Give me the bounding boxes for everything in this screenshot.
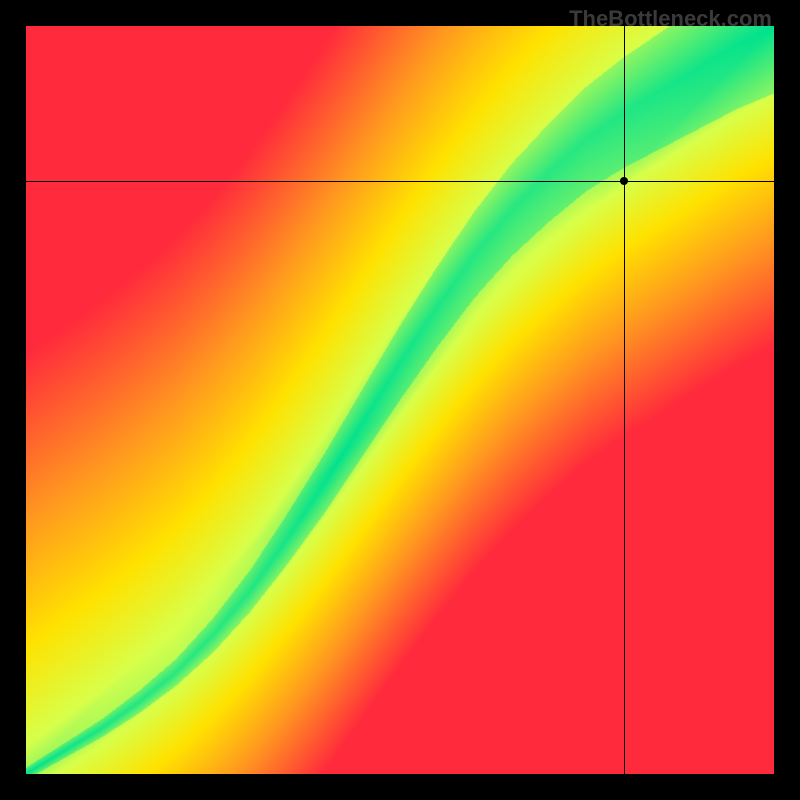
heatmap-plot: [26, 26, 774, 774]
crosshair-vertical: [624, 26, 625, 774]
heatmap-canvas: [26, 26, 774, 774]
marker-dot: [620, 177, 628, 185]
crosshair-horizontal: [26, 181, 774, 182]
chart-container: TheBottleneck.com: [0, 0, 800, 800]
watermark-label: TheBottleneck.com: [569, 6, 772, 32]
